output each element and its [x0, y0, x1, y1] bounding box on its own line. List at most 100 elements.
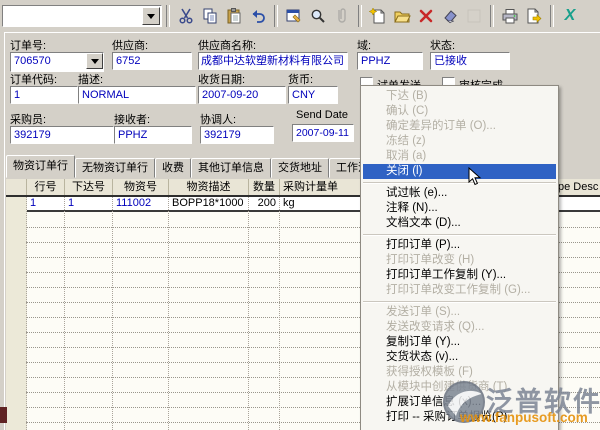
copy-icon[interactable] — [198, 4, 222, 28]
menu-item[interactable] — [361, 231, 558, 238]
open-folder-icon[interactable] — [390, 4, 414, 28]
cut-icon[interactable] — [174, 4, 198, 28]
toolbar-separator — [490, 5, 494, 27]
menu-item[interactable]: 获得授权模板 (F) — [361, 365, 558, 380]
bottom-left-artifact — [0, 407, 7, 423]
delete-icon[interactable] — [414, 4, 438, 28]
currency-field[interactable]: CNY — [288, 86, 338, 104]
menu-item[interactable]: 确定差异的订单 (O)... — [361, 119, 558, 134]
grid-column-line — [64, 197, 65, 430]
chevron-down-icon[interactable] — [142, 7, 160, 25]
description-field[interactable]: NORMAL — [78, 86, 196, 104]
erase-icon[interactable] — [438, 4, 462, 28]
menu-item-label: 打印订单 (P)... — [386, 239, 460, 251]
excel-icon[interactable]: X — [558, 4, 582, 28]
toolbar-separator — [550, 5, 554, 27]
menu-item-label: 关闭 (l) — [386, 165, 422, 177]
coordinator-label: 协调人: — [200, 111, 236, 127]
menu-item-label: 文档文本 (D)... — [386, 217, 461, 229]
new-icon[interactable] — [366, 4, 390, 28]
order-no-value: 706570 — [14, 55, 51, 67]
domain-label: 域: — [357, 37, 371, 53]
menu-item[interactable] — [361, 298, 558, 305]
menu-item-label: 下达 (B) — [386, 90, 428, 102]
paste-icon[interactable] — [222, 4, 246, 28]
menu-item-label: 取消 (a) — [386, 150, 426, 162]
cell-release[interactable]: 1 — [65, 197, 113, 210]
supplier-label: 供应商: — [112, 37, 148, 53]
menu-item[interactable]: 试过帐 (e)... — [361, 186, 558, 201]
menu-item[interactable]: 交货状态 (v)... — [361, 350, 558, 365]
search-icon[interactable] — [306, 4, 330, 28]
cell-desc[interactable]: BOPP18*1000 — [169, 197, 249, 210]
toolbar-separator — [274, 5, 278, 27]
toolbar-separator — [358, 5, 362, 27]
grid-header-qty: 数量 — [249, 179, 280, 195]
cell-qty[interactable]: 200 — [249, 197, 280, 210]
menu-item[interactable]: 取消 (a) — [361, 149, 558, 164]
coordinator-field[interactable]: 392179 — [200, 126, 274, 144]
menu-item[interactable]: 打印订单改变工作复制 (G)... — [361, 283, 558, 298]
menu-item[interactable]: 扩展订单信息 (x)... — [361, 395, 558, 410]
menu-item[interactable]: 下达 (B) — [361, 89, 558, 104]
grid-column-line — [168, 197, 169, 430]
domain-field[interactable]: PPHZ — [357, 52, 423, 70]
receiver-field[interactable]: PPHZ — [114, 126, 192, 144]
menu-item[interactable]: 确认 (C) — [361, 104, 558, 119]
grid-header-partial: pe Desc — [558, 179, 598, 195]
properties-icon[interactable] — [282, 4, 306, 28]
tab[interactable]: 物资订单行 — [6, 155, 75, 178]
menu-item[interactable]: 打印 -- 采购订单报览(P) — [361, 410, 558, 425]
order-no-combobox[interactable]: 706570 — [10, 52, 104, 72]
status-field[interactable]: 已接收 — [430, 52, 510, 70]
supplier-name-label: 供应商名称: — [198, 37, 256, 53]
receiver-label: 接收者: — [114, 111, 150, 127]
menu-item-label: 发送改变请求 (Q)... — [386, 321, 484, 333]
export-icon[interactable] — [522, 4, 546, 28]
menu-item[interactable]: 复制订单 (Y)... — [361, 335, 558, 350]
menu-item[interactable]: 关闭 (l) — [363, 164, 556, 179]
tab[interactable]: 无物资订单行 — [75, 158, 155, 178]
tab[interactable]: 交货地址 — [271, 158, 329, 178]
tab-label: 交货地址 — [278, 162, 322, 174]
cell-line[interactable]: 1 — [27, 197, 65, 210]
order-code-label: 订单代码: — [10, 71, 57, 87]
tab[interactable]: 其他订单信息 — [191, 158, 271, 178]
menu-item[interactable]: 发送订单 (S)... — [361, 305, 558, 320]
order-code-field[interactable]: 1 — [10, 86, 78, 104]
menu-item-label: 打印 -- 采购订单报览(P) — [386, 411, 507, 423]
buyer-field[interactable]: 392179 — [10, 126, 114, 144]
tab-label: 收费 — [162, 162, 184, 174]
cell-item[interactable]: 111002 — [113, 197, 169, 210]
menu-item[interactable]: 打印订单工作复制 (Y)... — [361, 268, 558, 283]
toolbar-separator — [166, 5, 170, 27]
purchase-order-window: X 订单号: 706570 供应商: 6752 供应商名称: 成都中达软塑新材料… — [0, 0, 600, 430]
tab-label: 其他订单信息 — [198, 162, 264, 174]
menu-item-label: 打印订单工作复制 (Y)... — [386, 269, 506, 281]
menu-item[interactable]: 从模块中创建供货商 (T) — [361, 380, 558, 395]
supplier-field[interactable]: 6752 — [112, 52, 192, 70]
tab-label: 无物资订单行 — [82, 162, 148, 174]
menu-item-label: 注释 (N)... — [386, 202, 438, 214]
status-label: 状态: — [430, 37, 455, 53]
buyer-label: 采购员: — [10, 111, 46, 127]
menu-item[interactable]: 发送改变请求 (Q)... — [361, 320, 558, 335]
menu-item[interactable]: 文档文本 (D)... — [361, 216, 558, 231]
menu-item[interactable]: 注释 (N)... — [361, 201, 558, 216]
chevron-down-icon[interactable] — [86, 53, 103, 69]
print-icon[interactable] — [498, 4, 522, 28]
menu-item[interactable]: 打印订单 (P)... — [361, 238, 558, 253]
menu-item[interactable]: 冻结 (z) — [361, 134, 558, 149]
grid-column-line — [279, 197, 280, 430]
supplier-name-field[interactable]: 成都中达软塑新材料有限公司 — [198, 52, 348, 70]
grid-header-item: 物资号 — [113, 179, 169, 195]
send-date-field[interactable]: 2007-09-11 — [292, 124, 354, 142]
menu-item[interactable] — [361, 179, 558, 186]
tab[interactable]: 收费 — [155, 158, 191, 178]
receive-date-field[interactable]: 2007-09-20 — [198, 86, 286, 104]
menu-item-label: 确认 (C) — [386, 105, 428, 117]
menu-item[interactable]: 打印订单改变 (H) — [361, 253, 558, 268]
undo-icon[interactable] — [246, 4, 270, 28]
receive-date-label: 收货日期: — [198, 71, 245, 87]
toolbar-combobox[interactable] — [2, 5, 162, 27]
